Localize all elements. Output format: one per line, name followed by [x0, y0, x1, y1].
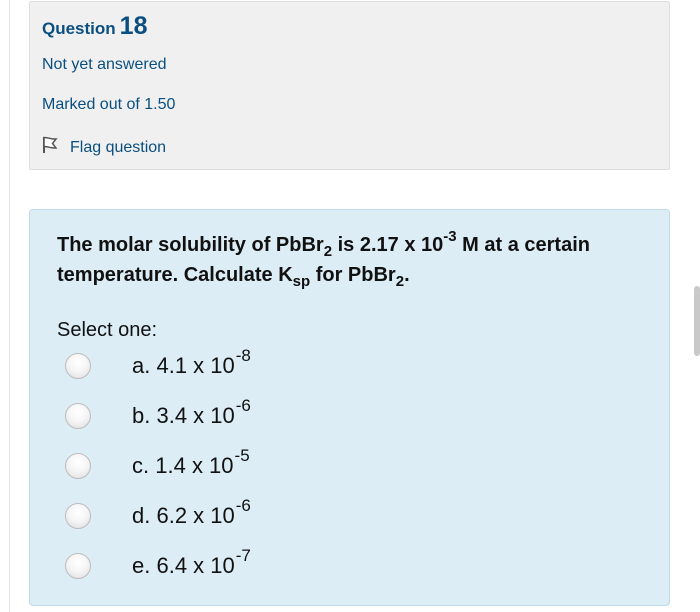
question-info-panel: Question 18 Not yet answered Marked out o…: [29, 1, 670, 170]
question-text-superscript: -3: [443, 228, 457, 245]
option-value: 1.4 x 10: [155, 453, 234, 478]
option-value: 6.4 x 10: [156, 553, 235, 578]
answer-status: Not yet answered: [42, 56, 167, 73]
option-value: 3.4 x 10: [156, 403, 235, 428]
radio-button[interactable]: [65, 503, 91, 529]
question-label: Question: [42, 19, 116, 38]
option-exponent: -5: [234, 446, 250, 465]
option-exponent: -8: [235, 346, 251, 365]
question-text-subscript: 2: [323, 243, 333, 260]
radio-button[interactable]: [65, 453, 91, 479]
left-border-line: [9, 0, 10, 612]
flag-question-label: Flag question: [70, 139, 167, 156]
option-label: e. 6.4 x 10-7: [132, 547, 251, 579]
question-text-subscript: sp: [292, 273, 311, 290]
option-value: 4.1 x 10: [156, 353, 235, 378]
option-letter: a.: [132, 353, 151, 378]
question-content-panel: The molar solubility of PbBr2 is 2.17 x …: [29, 209, 670, 606]
option-label: c. 1.4 x 10-5: [132, 447, 250, 479]
question-text: The molar solubility of PbBr2 is 2.17 x …: [57, 228, 657, 290]
flag-question-link[interactable]: Flag question: [42, 136, 166, 157]
question-text-subscript: 2: [395, 273, 405, 290]
option-label: a. 4.1 x 10-8: [132, 347, 251, 379]
option-label: b. 3.4 x 10-6: [132, 397, 251, 429]
question-text-part: The molar solubility of PbBr: [57, 234, 324, 256]
radio-button[interactable]: [65, 353, 91, 379]
option-exponent: -6: [235, 496, 251, 515]
option-letter: e.: [132, 553, 151, 578]
option-value: 6.2 x 10: [156, 503, 235, 528]
question-marks: Marked out of 1.50: [42, 96, 176, 113]
option-letter: d.: [132, 503, 151, 528]
radio-button[interactable]: [65, 553, 91, 579]
question-text-part: is 2.17 x 10: [332, 234, 444, 256]
question-number: 18: [119, 12, 148, 40]
option-exponent: -7: [235, 546, 251, 565]
select-one-prompt: Select one:: [57, 319, 158, 341]
option-exponent: -6: [235, 396, 251, 415]
question-text-part: for PbBr: [310, 264, 396, 286]
option-letter: c.: [132, 453, 150, 478]
question-text-part: .: [404, 264, 410, 286]
option-letter: b.: [132, 403, 151, 428]
radio-button[interactable]: [65, 403, 91, 429]
scrollbar-thumb[interactable]: [694, 286, 700, 356]
flag-icon: [43, 136, 58, 153]
question-title: Question 18: [42, 12, 147, 41]
option-label: d. 6.2 x 10-6: [132, 497, 251, 529]
